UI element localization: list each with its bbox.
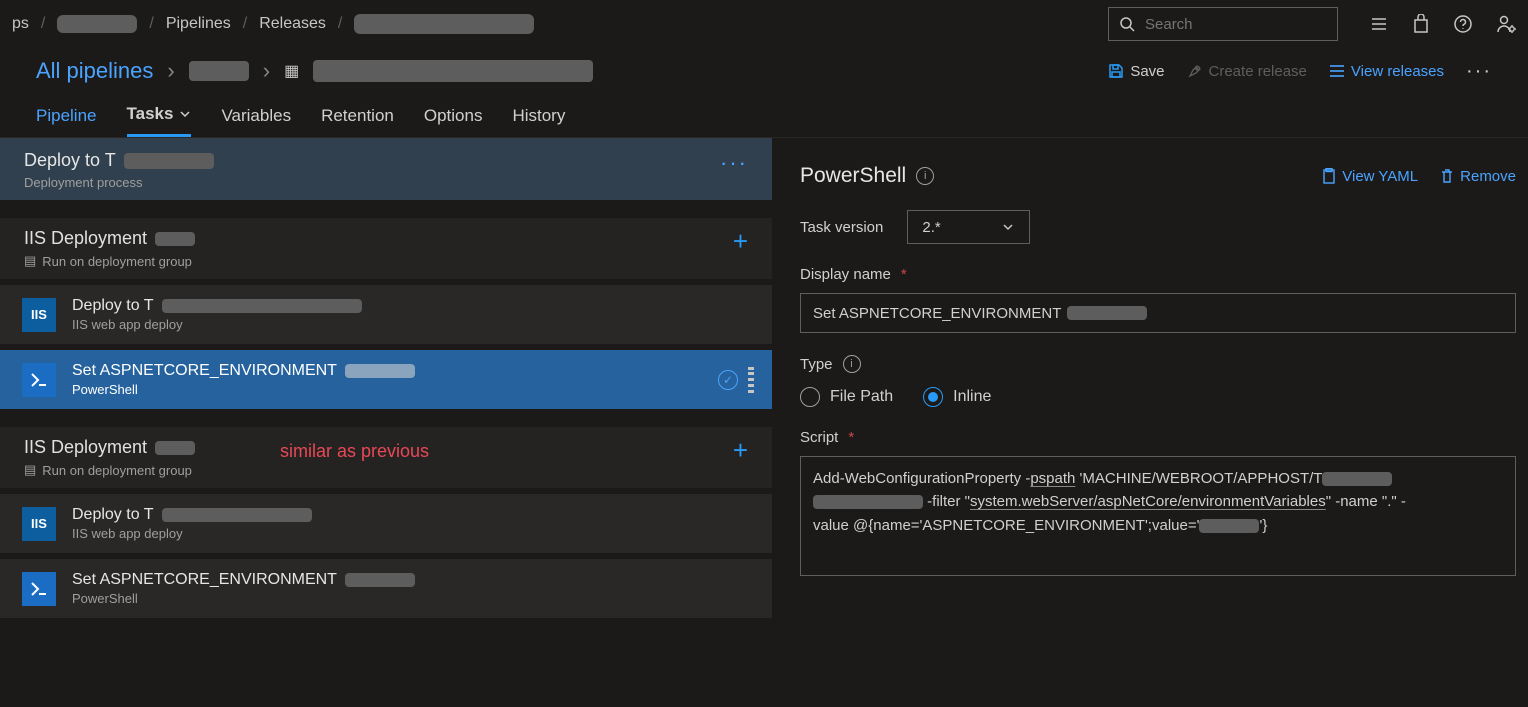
tab-pipeline[interactable]: Pipeline xyxy=(36,104,97,137)
top-bar: ps / / Pipelines / Releases / xyxy=(0,0,1528,48)
powershell-icon xyxy=(22,363,56,397)
annotation-text: similar as previous xyxy=(280,441,429,462)
deployment-group-2[interactable]: IIS Deployment ▤ Run on deployment group… xyxy=(0,427,772,488)
top-icons xyxy=(1370,14,1516,34)
list-icon[interactable] xyxy=(1370,15,1388,33)
task-deploy-2[interactable]: IIS Deploy to T IIS web app deploy xyxy=(0,494,772,553)
toolbar: Save Create release View releases ··· xyxy=(1108,60,1492,83)
clipboard-icon xyxy=(1322,168,1336,184)
task-powershell-1[interactable]: Set ASPNETCORE_ENVIRONMENT PowerShell ✓ xyxy=(0,350,772,409)
tab-history[interactable]: History xyxy=(512,104,565,137)
all-pipelines-link[interactable]: All pipelines xyxy=(36,58,153,84)
stage-more-button[interactable]: ··· xyxy=(720,150,748,176)
release-icon: ▦ xyxy=(284,61,299,81)
more-button[interactable]: ··· xyxy=(1466,60,1492,83)
crumb-pipelines[interactable]: Pipelines xyxy=(166,15,231,33)
help-icon[interactable] xyxy=(1454,15,1472,33)
view-yaml-button[interactable]: View YAML xyxy=(1322,168,1418,185)
type-filepath-radio[interactable]: File Path xyxy=(800,387,893,407)
check-icon: ✓ xyxy=(718,370,738,390)
task-tree: Deploy to T Deployment process ··· IIS D… xyxy=(0,138,772,677)
save-icon xyxy=(1108,63,1124,79)
task-version-field: Task version 2.* xyxy=(800,210,1516,244)
user-settings-icon[interactable] xyxy=(1496,14,1516,34)
marketplace-icon[interactable] xyxy=(1412,14,1430,34)
iis-icon: IIS xyxy=(22,507,56,541)
redacted xyxy=(162,299,362,313)
breadcrumb: ps / / Pipelines / Releases / xyxy=(12,14,534,34)
rocket-icon xyxy=(1187,63,1203,79)
tab-variables[interactable]: Variables xyxy=(221,104,291,137)
tab-options[interactable]: Options xyxy=(424,104,483,137)
redacted-project xyxy=(189,61,249,81)
search-icon xyxy=(1119,16,1135,32)
tabs: Pipeline Tasks Variables Retention Optio… xyxy=(0,90,1528,138)
task-deploy-1[interactable]: IIS Deploy to T IIS web app deploy xyxy=(0,285,772,344)
redacted xyxy=(155,232,195,246)
view-releases-button[interactable]: View releases xyxy=(1329,63,1444,80)
redacted xyxy=(162,508,312,522)
info-icon[interactable]: i xyxy=(843,355,861,373)
tab-retention[interactable]: Retention xyxy=(321,104,394,137)
trash-icon xyxy=(1440,168,1454,184)
redacted xyxy=(124,153,214,169)
chevron-down-icon xyxy=(1001,220,1015,234)
task-details-panel: PowerShell i View YAML Remove xyxy=(772,138,1528,677)
display-name-input[interactable]: Set ASPNETCORE_ENVIRONMENT xyxy=(800,293,1516,333)
server-icon: ▤ xyxy=(24,253,36,269)
product-label: ps xyxy=(12,15,29,33)
chevron-down-icon xyxy=(179,108,191,120)
save-button[interactable]: Save xyxy=(1108,63,1164,80)
task-version-select[interactable]: 2.* xyxy=(907,210,1029,244)
tab-tasks[interactable]: Tasks xyxy=(127,104,192,137)
redacted-release-name xyxy=(354,14,534,34)
task-powershell-2[interactable]: Set ASPNETCORE_ENVIRONMENT PowerShell xyxy=(0,559,772,618)
script-input[interactable]: Add-WebConfigurationProperty -pspath 'MA… xyxy=(800,456,1516,576)
title-bar: All pipelines › › ▦ Save Create release … xyxy=(0,48,1528,90)
create-release-button[interactable]: Create release xyxy=(1187,63,1307,80)
type-field: Type i File Path Inline xyxy=(800,355,1516,407)
info-icon[interactable]: i xyxy=(916,167,934,185)
powershell-icon xyxy=(22,572,56,606)
crumb-releases[interactable]: Releases xyxy=(259,15,326,33)
remove-button[interactable]: Remove xyxy=(1440,168,1516,185)
server-icon: ▤ xyxy=(24,462,36,478)
add-task-button[interactable]: + xyxy=(733,437,748,463)
deployment-group-1[interactable]: IIS Deployment ▤ Run on deployment group… xyxy=(0,218,772,279)
type-inline-radio[interactable]: Inline xyxy=(923,387,991,407)
redacted xyxy=(1067,306,1147,320)
redacted-definition xyxy=(313,60,593,82)
list-icon xyxy=(1329,64,1345,78)
display-name-field: Display name * Set ASPNETCORE_ENVIRONMEN… xyxy=(800,266,1516,333)
stage-header[interactable]: Deploy to T Deployment process ··· xyxy=(0,138,772,200)
panel-title: PowerShell i xyxy=(800,164,934,188)
search-input[interactable] xyxy=(1145,16,1344,33)
script-field: Script * Add-WebConfigurationProperty -p… xyxy=(800,429,1516,576)
redacted xyxy=(345,573,415,587)
redacted xyxy=(345,364,415,378)
redacted-org xyxy=(57,15,137,33)
iis-icon: IIS xyxy=(22,298,56,332)
add-task-button[interactable]: + xyxy=(733,228,748,254)
search-input-wrapper[interactable] xyxy=(1108,7,1338,41)
redacted xyxy=(155,441,195,455)
drag-handle[interactable] xyxy=(748,367,754,393)
